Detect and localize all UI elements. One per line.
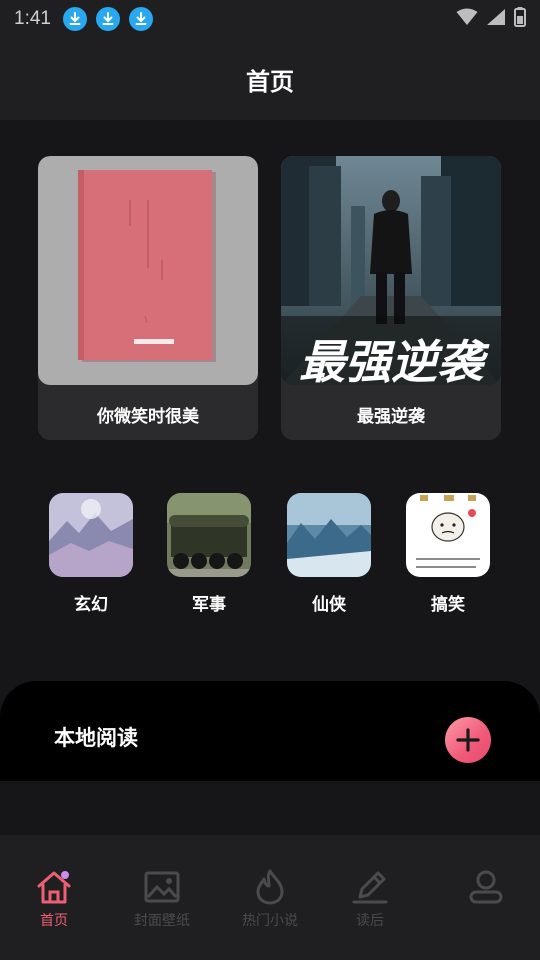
header: 首页 [0, 38, 540, 120]
nav-item-wallpaper[interactable]: 封面壁纸 [112, 867, 212, 930]
category-military[interactable]: 军事 [166, 493, 252, 615]
home-icon [34, 867, 74, 907]
status-time: 1:41 [14, 8, 51, 29]
page-title: 首页 [246, 67, 294, 96]
category-label: 军事 [192, 595, 226, 615]
image-icon [142, 867, 182, 907]
wifi-icon [456, 8, 478, 30]
nav-item-hot-novels[interactable]: 热门小说 [220, 867, 320, 930]
nav-label: 热门小说 [242, 913, 298, 929]
book-cover-image [38, 156, 258, 385]
book-title: 你微笑时很美 [97, 407, 199, 427]
flame-icon [250, 867, 290, 907]
user-icon [466, 867, 506, 907]
category-xuanhuan[interactable]: 玄幻 [48, 493, 134, 615]
nav-item-review[interactable]: 读后 [320, 867, 420, 930]
book-cover-image: 最强逆袭 [281, 156, 501, 385]
pencil-icon [350, 867, 390, 907]
category-image [49, 493, 133, 577]
battery-icon [514, 7, 526, 31]
category-image [406, 493, 490, 577]
download-icon [95, 7, 120, 31]
add-book-button[interactable] [445, 717, 491, 763]
category-image [167, 493, 251, 577]
category-funny[interactable]: 搞笑 [405, 493, 491, 615]
category-image [287, 493, 371, 577]
spacer [0, 781, 540, 835]
book-card[interactable]: 最强逆袭 最强逆袭 [281, 156, 501, 440]
local-reading-section: 本地阅读 [0, 681, 540, 781]
status-bar: 1:41 [0, 0, 540, 38]
category-label: 仙侠 [312, 595, 346, 615]
book-card[interactable]: 你微笑时很美 [38, 156, 258, 440]
download-icon [128, 7, 153, 31]
download-icon [62, 7, 87, 31]
book-title: 最强逆袭 [357, 407, 425, 427]
nav-item-profile[interactable] [436, 867, 536, 910]
local-reading-title: 本地阅读 [54, 726, 138, 750]
category-label: 玄幻 [74, 595, 108, 615]
nav-label: 首页 [40, 913, 68, 929]
category-xianxia[interactable]: 仙侠 [286, 493, 372, 615]
nav-item-home[interactable]: 首页 [4, 867, 104, 930]
bottom-nav: 首页 封面壁纸 热门小说 读后 [0, 835, 540, 960]
signal-icon [486, 8, 506, 30]
nav-label: 封面壁纸 [134, 913, 190, 929]
nav-label: 读后 [356, 913, 384, 929]
book-cover-text: 最强逆袭 [299, 335, 490, 385]
plus-icon [456, 728, 480, 752]
category-label: 搞笑 [431, 595, 465, 615]
